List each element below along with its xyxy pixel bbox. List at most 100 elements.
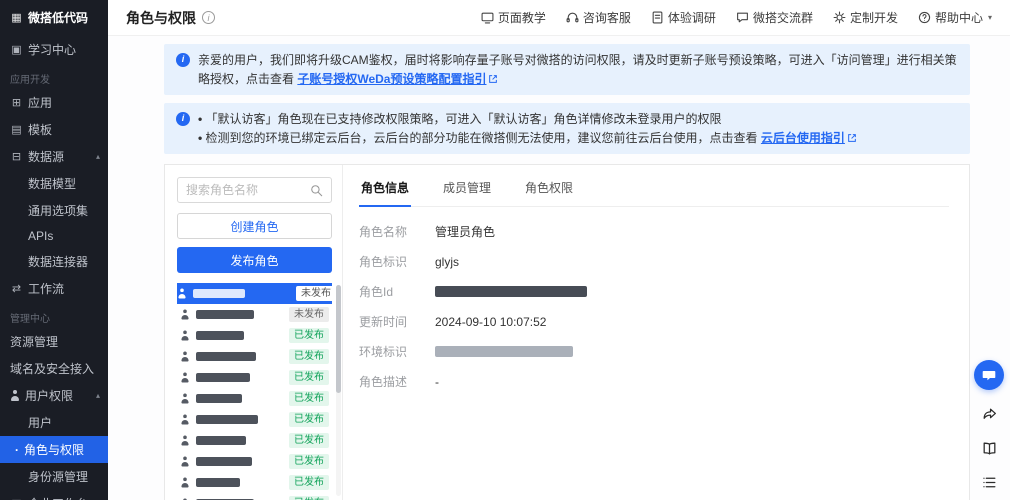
customer-service-fab[interactable] [974,360,1004,390]
roles-scrollbar-thumb[interactable] [336,285,341,394]
sidebar-item-apis[interactable]: APIs [0,224,108,248]
role-list-item[interactable]: 已发布 [177,472,332,493]
action-label: 页面教学 [497,11,546,25]
search-icon[interactable] [310,184,323,197]
topbar-actions: 页面教学 咨询客服 体验调研 微搭交流群 定制开发 帮助中心 ▾ [481,9,992,26]
field-value: - [435,374,439,389]
role-list: 未发布 未发布 已发布 已发布 已发布 已发布 已发布 已发布 已发布 已发布 [177,283,332,500]
role-user-icon [181,393,190,404]
role-name-redacted [196,457,252,467]
topbar-action-survey[interactable]: 体验调研 [651,9,716,26]
role-search-input[interactable] [186,183,304,198]
share-button[interactable] [979,404,999,424]
sidebar-item-label: 资源管理 [10,335,59,349]
sidebar-item-label: 企业工作台 [28,495,88,500]
survey-icon [652,11,663,24]
handbook-button[interactable] [979,438,999,458]
role-name-redacted [196,331,244,341]
role-name-redacted [196,415,258,425]
role-list-item[interactable]: 已发布 [177,346,332,367]
datasource-icon: ⊟ [11,151,22,163]
sidebar-item-workflow[interactable]: ⇄ 工作流 [0,275,108,302]
role-list-item[interactable]: 已发布 [177,388,332,409]
apps-icon: ⊞ [11,97,22,109]
role-name-redacted [193,289,245,299]
role-list-item[interactable]: 已发布 [177,325,332,346]
external-link-icon [848,133,856,142]
cloudbase-guide-link[interactable]: 云后台使用指引 [761,131,845,145]
learning-icon: ▣ [11,44,22,56]
topbar-action-chat-group[interactable]: 微搭交流群 [736,9,813,26]
sidebar-item-label: 数据模型 [28,177,77,191]
tab-member-management[interactable]: 成员管理 [441,171,493,206]
content: 亲爱的用户，我们即将升级CAM鉴权，届时将影响存量子账号对微搭的访问权限，请及时… [108,36,1010,500]
notice-line-2: 检测到您的环境已绑定云后台，云后台的部分功能在微搭侧无法使用，建议您前往云后台使… [198,129,857,148]
sidebar-item-data-sources[interactable]: ⊟ 数据源 ▴ [0,143,108,170]
role-status-badge: 已发布 [289,370,329,386]
cam-policy-guide-link[interactable]: 子账号授权WeDa预设策略配置指引 [297,72,486,86]
field-value-redacted [435,346,573,358]
sidebar-item-data-connectors[interactable]: 数据连接器 [0,248,108,275]
sidebar-item-apps[interactable]: ⊞ 应用 [0,89,108,116]
banner-text-wrap: 亲爱的用户，我们即将升级CAM鉴权，届时将影响存量子账号对微搭的访问权限，请及时… [198,51,958,88]
title-info-icon[interactable] [202,11,215,24]
role-info-fields: 角色名称 管理员角色 角色标识 glyjs 角色Id 更新时间 2024-09-… [359,223,949,390]
sidebar-item-label: 数据连接器 [28,255,89,269]
sidebar-item-label: 应用 [28,96,53,110]
role-list-item[interactable]: 已发布 [177,493,332,500]
role-list-item[interactable]: 已发布 [177,409,332,430]
notice-line-1: 「默认访客」角色现在已支持修改权限策略，可进入「默认访客」角色详情修改未登录用户… [198,110,857,129]
topbar-action-help-center[interactable]: 帮助中心 ▾ [918,9,992,26]
notice-line-2-text: 检测到您的环境已绑定云后台，云后台的部分功能在微搭侧无法使用，建议您前往云后台使… [205,130,758,145]
sidebar-item-domain-security[interactable]: 域名及安全接入 [0,355,108,382]
role-user-icon [181,372,190,383]
sidebar-item-data-models[interactable]: 数据模型 [0,170,108,197]
roles-panel: 创建角色 发布角色 未发布 未发布 [165,165,343,500]
sidebar-item-user-permissions[interactable]: 用户权限 ▴ [0,382,108,409]
sidebar-item-label: 域名及安全接入 [10,362,95,376]
field-row-role-name: 角色名称 管理员角色 [359,223,949,240]
sidebar-item-resource-management[interactable]: 资源管理 [0,328,108,355]
role-user-icon [178,288,187,299]
role-list-item-selected[interactable]: 未发布 [177,283,332,305]
role-name-redacted [196,373,250,383]
role-list-item[interactable]: 已发布 [177,367,332,388]
field-label: 角色Id [359,285,394,300]
role-list-item[interactable]: 已发布 [177,451,332,472]
app-logo[interactable]: ▦ 微搭低代码 [0,0,108,36]
tab-role-info[interactable]: 角色信息 [359,171,412,208]
sidebar-item-templates[interactable]: ▤ 模板 [0,116,108,143]
topbar-action-custom-dev[interactable]: 定制开发 [833,9,898,26]
sidebar-item-identity-sources[interactable]: 身份源管理 [0,463,108,490]
field-label: 角色标识 [359,255,408,270]
sidebar-section-management: 管理中心 [10,314,50,325]
sidebar-item-label: 用户 [28,416,53,430]
topbar-action-customer-service[interactable]: 咨询客服 [566,9,631,26]
publish-role-button[interactable]: 发布角色 [177,247,332,274]
main-area: 角色与权限 页面教学 咨询客服 体验调研 微搭交流群 定制开发 [108,0,1010,500]
sidebar-item-enterprise-workbench[interactable]: ▦ 企业工作台 [0,490,108,500]
tab-role-permissions[interactable]: 角色权限 [523,171,575,206]
role-status-badge: 已发布 [289,454,329,470]
workflow-icon: ⇄ [11,283,22,295]
sidebar-item-label: 数据源 [28,150,65,164]
banner-cam-upgrade: 亲爱的用户，我们即将升级CAM鉴权，届时将影响存量子账号对微搭的访问权限，请及时… [164,44,970,96]
role-user-icon [181,330,190,341]
field-row-role-key: 角色标识 glyjs [359,253,949,270]
chevron-up-icon: ▴ [95,391,100,400]
sidebar-item-roles-permissions[interactable]: 角色与权限 [0,436,108,463]
sidebar-item-learning-center[interactable]: ▣ 学习中心 [0,36,108,63]
menu-button[interactable] [979,472,999,492]
sidebar-item-label: 身份源管理 [28,470,89,484]
role-user-icon [181,351,190,362]
create-role-button[interactable]: 创建角色 [177,213,332,240]
role-list-item[interactable]: 已发布 [177,430,332,451]
topbar: 角色与权限 页面教学 咨询客服 体验调研 微搭交流群 定制开发 [108,0,1010,36]
sidebar-item-option-sets[interactable]: 通用选项集 [0,197,108,224]
action-label: 体验调研 [667,11,716,25]
role-status-badge: 已发布 [289,433,329,449]
sidebar-item-users[interactable]: 用户 [0,409,108,436]
topbar-action-page-tutorial[interactable]: 页面教学 [481,9,546,26]
role-detail-panel: 角色信息 成员管理 角色权限 角色名称 管理员角色 角色标识 glyjs 角色I… [343,165,969,500]
role-list-item[interactable]: 未发布 [177,304,332,325]
